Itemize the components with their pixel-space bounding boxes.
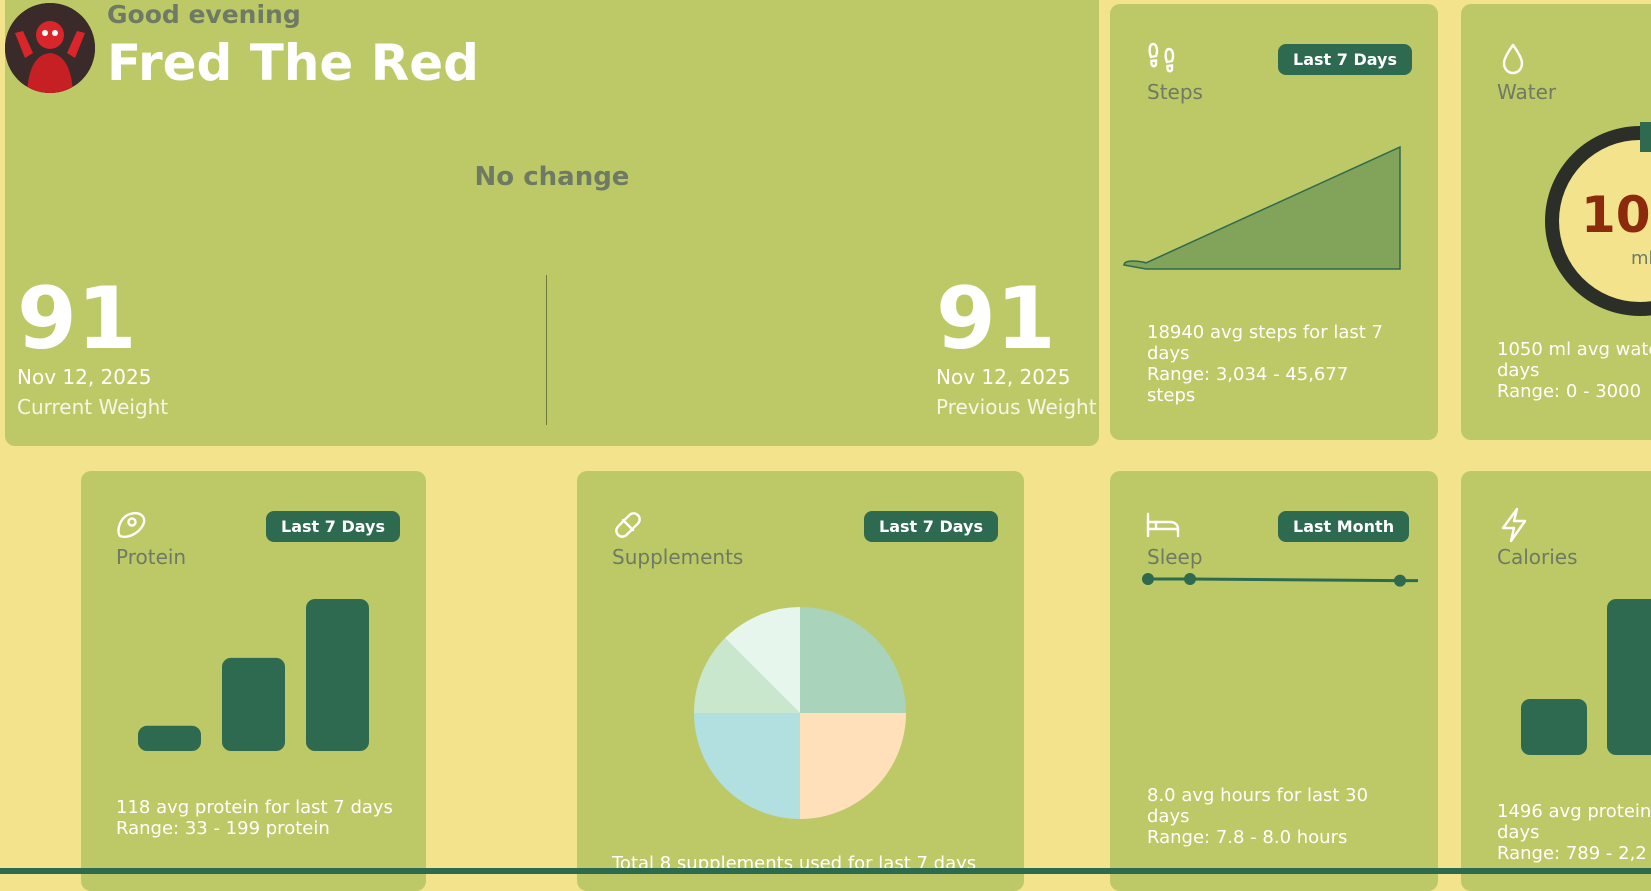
steps-range-line1: Range: 3,034 - 45,677: [1147, 364, 1349, 385]
calories-bar: [1521, 699, 1587, 755]
bottom-strip: [0, 868, 1651, 874]
supplements-chart: [694, 607, 906, 819]
supplements-pie-slice: [800, 713, 906, 819]
sleep-point: [1142, 573, 1154, 585]
calories-summary-line2: days: [1497, 822, 1540, 843]
steps-chart: [1123, 145, 1401, 270]
calories-bar: [1607, 599, 1651, 755]
calories-summary-line1: 1496 avg protein: [1497, 801, 1651, 822]
water-progress-marker: [1640, 122, 1651, 152]
weight-divider: [546, 275, 547, 425]
sleep-point: [1184, 573, 1196, 585]
weight-card: Good evening Fred The Red No change 91 N…: [5, 0, 1099, 446]
previous-weight-date: Nov 12, 2025: [936, 365, 1071, 389]
droplet-icon: [1499, 42, 1527, 81]
steps-card[interactable]: Steps Last 7 Days 18940 avg steps for la…: [1110, 4, 1438, 440]
steps-range-line2: steps: [1147, 385, 1196, 406]
lightning-icon: [1499, 507, 1529, 548]
protein-period-badge[interactable]: Last 7 Days: [266, 511, 400, 542]
footprints-icon: [1146, 40, 1180, 79]
steps-summary: 18940 avg steps for last 7 days Range: 3…: [1147, 322, 1427, 406]
protein-bar: [306, 599, 369, 751]
sleep-period-badge[interactable]: Last Month: [1278, 511, 1410, 542]
greeting-text: Good evening: [107, 0, 301, 29]
protein-summary: 118 avg protein for last 7 days Range: 3…: [116, 797, 426, 839]
steps-area-series: [1123, 145, 1401, 270]
sleep-chart: [1142, 573, 1418, 587]
steps-period-badge[interactable]: Last 7 Days: [1278, 44, 1412, 75]
water-range-line1: Range: 0 - 3000: [1497, 381, 1642, 402]
previous-weight-label: Previous Weight: [936, 395, 1097, 419]
bed-icon: [1146, 512, 1180, 543]
water-unit: ml: [1631, 248, 1651, 269]
protein-chart: [138, 599, 369, 751]
supplements-title: Supplements: [612, 545, 744, 569]
water-summary-line1: 1050 ml avg wate: [1497, 339, 1651, 360]
sleep-summary: 8.0 avg hours for last 30 days Range: 7.…: [1147, 785, 1427, 848]
supplements-pie-slice: [800, 607, 906, 713]
avatar[interactable]: [5, 3, 95, 93]
steps-title: Steps: [1147, 80, 1203, 104]
user-name: Fred The Red: [107, 34, 479, 92]
protein-range-line1: Range: 33 - 199 protein: [116, 818, 330, 839]
supplements-pie-slice: [694, 713, 800, 819]
current-weight-date: Nov 12, 2025: [17, 365, 152, 389]
sleep-summary-line1: 8.0 avg hours for last 30: [1147, 785, 1369, 806]
calories-title: Calories: [1497, 545, 1578, 569]
protein-summary-line1: 118 avg protein for last 7 days: [116, 797, 393, 818]
calories-card[interactable]: Calories 1496 avg protein days Range: 78…: [1461, 471, 1651, 891]
water-summary-line2: days: [1497, 360, 1540, 381]
steps-summary-line1: 18940 avg steps for last 7: [1147, 322, 1383, 343]
sleep-summary-line2: days: [1147, 806, 1190, 827]
previous-weight-value: 91: [936, 269, 1056, 369]
calories-summary: 1496 avg protein days Range: 789 - 2,2: [1497, 801, 1651, 864]
water-card[interactable]: Water 105 ml 1050 ml avg wate days Range…: [1461, 4, 1651, 440]
protein-card[interactable]: Protein Last 7 Days 118 avg protein for …: [81, 471, 426, 891]
supplements-card[interactable]: Supplements Last 7 Days Total 8 suppleme…: [577, 471, 1024, 891]
water-value: 105: [1581, 186, 1651, 244]
water-summary: 1050 ml avg wate days Range: 0 - 3000: [1497, 339, 1651, 402]
weight-change-text: No change: [474, 162, 630, 192]
water-progress-ring: 105 ml: [1545, 126, 1651, 316]
protein-bar: [138, 725, 201, 751]
steps-summary-line2: days: [1147, 343, 1190, 364]
sleep-card[interactable]: Sleep Last Month 8.0 avg hours for last …: [1110, 471, 1438, 891]
calories-range-line1: Range: 789 - 2,2: [1497, 843, 1647, 864]
calories-chart: [1521, 599, 1651, 755]
supplements-period-badge[interactable]: Last 7 Days: [864, 511, 998, 542]
current-weight-label: Current Weight: [17, 395, 169, 419]
pill-icon: [611, 508, 645, 547]
current-weight-value: 91: [17, 269, 137, 369]
water-title: Water: [1497, 80, 1557, 104]
sleep-range-line1: Range: 7.8 - 8.0 hours: [1147, 827, 1348, 848]
sleep-point: [1394, 574, 1406, 587]
meat-icon: [115, 509, 149, 546]
protein-title: Protein: [116, 545, 187, 569]
protein-bar: [222, 657, 285, 751]
